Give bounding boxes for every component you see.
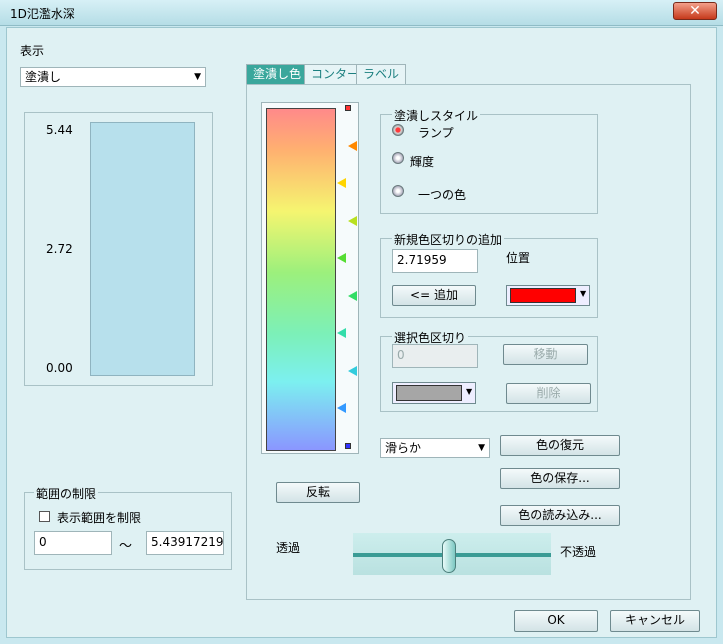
radio-single-color[interactable] (392, 185, 404, 197)
chevron-down-icon: ▼ (478, 443, 485, 453)
delete-button[interactable]: 削除 (506, 383, 591, 404)
selected-break-color-swatch (396, 385, 462, 401)
chevron-down-icon: ▼ (466, 387, 473, 396)
new-break-title: 新規色区切りの追加 (392, 231, 505, 248)
interpolation-value: 滑らか (385, 441, 422, 455)
restore-colors-button[interactable]: 色の復元 (500, 435, 620, 456)
legend-preview-bar (90, 122, 195, 376)
position-label: 位置 (506, 251, 531, 265)
colorbar-break-marker[interactable] (337, 403, 346, 414)
tab-fill-color[interactable]: 塗潰し色 (246, 64, 309, 84)
radio-brightness[interactable] (392, 152, 404, 164)
cancel-button[interactable]: キャンセル (610, 610, 700, 632)
limit-range-checkbox[interactable] (39, 511, 50, 522)
load-colors-button[interactable]: 色の読み込み... (500, 505, 620, 526)
tab-label[interactable]: ラベル (356, 64, 407, 84)
transparent-label: 透過 (276, 541, 301, 555)
colorbar-break-marker[interactable] (337, 253, 346, 264)
new-break-color-swatch (510, 288, 576, 303)
colorbar-break-marker[interactable] (348, 140, 357, 151)
chevron-down-icon: ▼ (194, 72, 201, 82)
colorbar-break-marker[interactable] (337, 328, 346, 339)
colorbar-break-marker[interactable] (337, 178, 346, 189)
save-colors-button[interactable]: 色の保存... (500, 468, 620, 489)
colorbar-break-marker[interactable] (348, 290, 357, 301)
new-break-color-picker[interactable]: ▼ (506, 285, 590, 306)
colorbar-break-marker[interactable] (348, 215, 357, 226)
close-button[interactable]: ✕ (673, 2, 717, 20)
range-min-input[interactable]: 0 (34, 531, 112, 555)
reverse-button[interactable]: 反転 (276, 482, 360, 503)
radio-ramp-label: ランプ (418, 126, 454, 140)
break-value-input[interactable]: 2.71959 (392, 249, 478, 273)
selected-break-value[interactable]: 0 (392, 344, 478, 368)
title-bar: 1D氾濫水深 ✕ (0, 0, 723, 26)
interpolation-select[interactable]: 滑らか ▼ (380, 438, 490, 458)
range-tilde: 〜 (119, 539, 133, 554)
preview-tick-max: 5.44 (46, 123, 73, 137)
display-mode-select[interactable]: 塗潰し ▼ (20, 67, 206, 87)
fill-style-title: 塗潰しスタイル (392, 107, 481, 124)
display-mode-value: 塗潰し (25, 70, 62, 84)
preview-tick-min: 0.00 (46, 361, 73, 375)
opaque-label: 不透過 (560, 545, 597, 559)
close-icon: ✕ (689, 3, 701, 19)
radio-brightness-label: 輝度 (410, 155, 435, 169)
colorbar-end-marker[interactable] (345, 105, 351, 111)
radio-single-color-label: 一つの色 (418, 188, 467, 202)
window-title: 1D氾濫水深 (10, 7, 75, 21)
move-button[interactable]: 移動 (503, 344, 588, 365)
color-ramp (266, 108, 336, 451)
colorbar-break-marker[interactable] (348, 365, 357, 376)
range-limit-title: 範囲の制限 (34, 485, 99, 502)
add-break-button[interactable]: <= 追加 (392, 285, 476, 306)
radio-ramp[interactable] (392, 124, 404, 136)
limit-range-label: 表示範囲を制限 (57, 511, 142, 525)
range-max-input[interactable]: 5.439172196 (146, 531, 224, 555)
slider-thumb[interactable] (442, 539, 456, 573)
selected-break-color-picker[interactable]: ▼ (392, 382, 476, 404)
ok-button[interactable]: OK (514, 610, 598, 632)
transparency-slider[interactable] (353, 533, 551, 575)
chevron-down-icon: ▼ (580, 289, 587, 298)
colorbar-end-marker[interactable] (345, 443, 351, 449)
display-label: 表示 (20, 44, 45, 58)
preview-tick-mid: 2.72 (46, 242, 73, 256)
